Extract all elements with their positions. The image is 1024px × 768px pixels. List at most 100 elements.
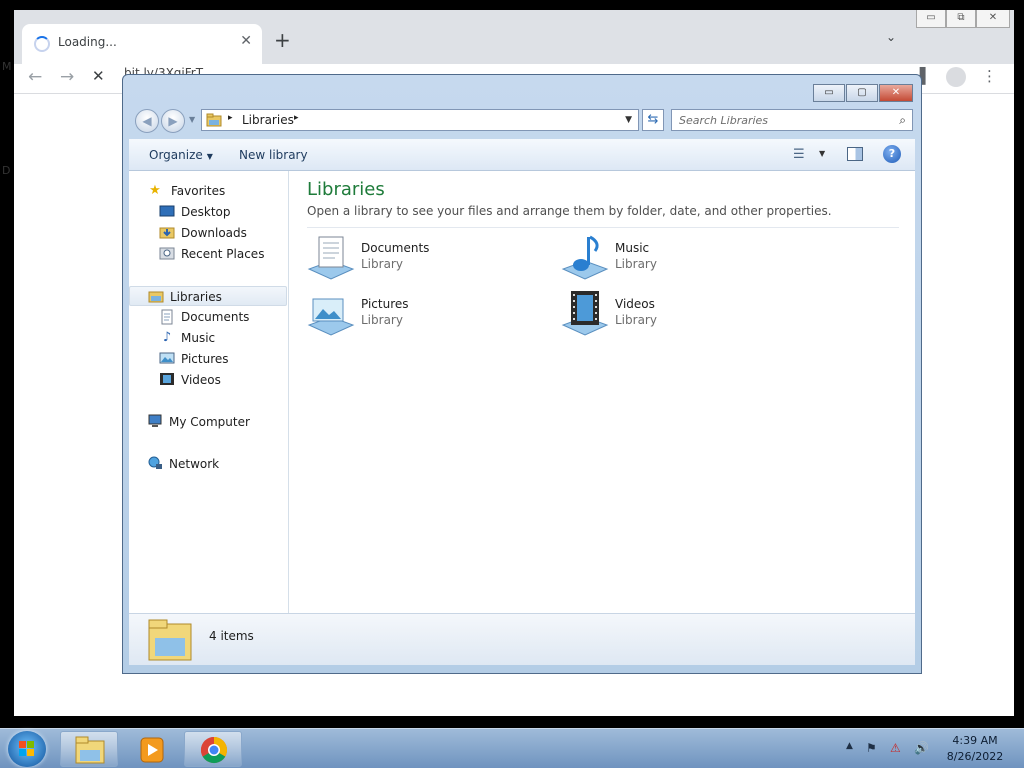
pictures-icon — [159, 351, 175, 367]
nav-item-desktop[interactable]: Desktop — [129, 202, 287, 222]
command-bar: Organize ▼ New library ☰ ▼ ? — [129, 139, 915, 171]
nav-label: Network — [169, 457, 220, 471]
forward-button[interactable]: ▶ — [161, 109, 185, 133]
minimize-button[interactable]: ▭ — [813, 84, 845, 102]
library-type: Library — [361, 257, 403, 271]
library-type: Library — [615, 313, 657, 327]
nav-label: Videos — [181, 373, 221, 387]
clock-date: 8/26/2022 — [946, 750, 1004, 763]
page-title: Libraries — [307, 179, 385, 200]
chrome-minimize-button[interactable]: ▭ — [916, 10, 946, 28]
library-pictures[interactable]: Pictures Library — [307, 289, 537, 339]
music-note-icon: ♪ — [162, 330, 172, 345]
recent-pages-dropdown[interactable]: ▼ — [189, 115, 195, 124]
search-icon[interactable]: ⌕ — [899, 113, 906, 128]
search-placeholder: Search Libraries — [679, 114, 769, 127]
breadcrumb-arrow-icon[interactable]: ▸ — [228, 113, 233, 123]
library-type: Library — [361, 313, 403, 327]
library-music[interactable]: Music Library — [561, 233, 791, 283]
tab-list-chevron-icon[interactable]: ⌄ — [886, 30, 896, 44]
back-button[interactable]: ◀ — [135, 109, 159, 133]
action-center-flag-icon[interactable]: ⚑ — [866, 741, 877, 755]
libraries-content: Libraries Open a library to see your fil… — [289, 171, 915, 613]
media-player-icon — [140, 737, 164, 763]
documents-library-icon — [307, 236, 355, 280]
taskbar-media-player-button[interactable] — [122, 731, 180, 767]
chrome-tab-loading[interactable]: Loading... ✕ — [22, 24, 262, 64]
nav-label: Desktop — [181, 205, 231, 219]
show-hidden-icons-button[interactable]: ▲ — [846, 741, 853, 751]
chrome-close-button[interactable]: ✕ — [976, 10, 1010, 28]
libraries-icon — [148, 289, 164, 305]
star-icon: ★ — [149, 183, 161, 198]
library-documents[interactable]: Documents Library — [307, 233, 537, 283]
library-type: Library — [615, 257, 657, 271]
computer-icon — [147, 414, 163, 430]
windows-logo-icon — [19, 741, 35, 757]
edge-fragment-mid: D — [2, 164, 11, 177]
library-videos[interactable]: Videos Library — [561, 289, 791, 339]
change-view-icon[interactable]: ☰ — [793, 147, 805, 162]
library-name: Videos — [615, 297, 655, 311]
new-library-button[interactable]: New library — [239, 148, 308, 162]
divider — [307, 227, 899, 228]
explorer-window: ▭ ▢ ✕ ◀ ▶ ▼ ▸ Libraries ▸ ▼ ⇆ Search Lib… — [122, 74, 922, 674]
organize-label: Organize — [149, 148, 203, 162]
nav-item-videos[interactable]: Videos — [129, 370, 287, 390]
recent-places-icon — [159, 246, 175, 262]
nav-item-pictures[interactable]: Pictures — [129, 349, 287, 369]
videos-icon — [159, 372, 175, 388]
start-button[interactable] — [8, 731, 46, 767]
breadcrumb-arrow-icon[interactable]: ▸ — [294, 113, 299, 123]
nav-item-favorites[interactable]: ★ Favorites — [129, 181, 287, 201]
nav-item-downloads[interactable]: Downloads — [129, 223, 287, 243]
organize-caret-icon: ▼ — [206, 152, 213, 161]
view-options-caret-icon[interactable]: ▼ — [819, 149, 825, 158]
network-disconnected-icon[interactable]: ⚠ — [890, 741, 901, 755]
breadcrumb-libraries[interactable]: Libraries — [242, 113, 294, 127]
taskbar-chrome-button[interactable] — [184, 731, 242, 767]
help-icon[interactable]: ? — [883, 145, 901, 163]
clock-time: 4:39 AM — [952, 734, 998, 747]
address-bar[interactable]: ▸ Libraries ▸ ▼ — [201, 109, 639, 131]
chrome-restore-button[interactable]: ⧉ — [946, 10, 976, 28]
page-description: Open a library to see your files and arr… — [307, 204, 832, 218]
refresh-button[interactable]: ⇆ — [642, 109, 664, 131]
organize-button[interactable]: Organize ▼ — [149, 148, 213, 162]
search-input[interactable]: Search Libraries ⌕ — [671, 109, 913, 131]
item-count: 4 items — [209, 629, 254, 643]
preview-pane-icon[interactable] — [847, 147, 863, 161]
nav-label: Music — [181, 331, 216, 345]
nav-item-documents[interactable]: Documents — [129, 307, 287, 327]
maximize-button[interactable]: ▢ — [846, 84, 878, 102]
desktop-icon — [159, 204, 175, 220]
taskbar-explorer-button[interactable] — [60, 731, 118, 767]
nav-item-music[interactable]: ♪ Music — [129, 328, 287, 348]
system-clock[interactable]: 4:39 AM 8/26/2022 — [940, 733, 1010, 765]
close-button[interactable]: ✕ — [879, 84, 913, 102]
nav-label: Favorites — [171, 184, 226, 198]
nav-label: Downloads — [181, 226, 247, 240]
nav-label: Recent Places — [181, 247, 265, 261]
speaker-icon[interactable]: 🔊 — [914, 741, 929, 755]
caption-buttons: ▭ ▢ ✕ — [813, 84, 913, 102]
nav-item-libraries[interactable]: Libraries — [129, 286, 287, 306]
libraries-folder-large-icon — [148, 619, 192, 661]
nav-item-recent-places[interactable]: Recent Places — [129, 244, 287, 264]
videos-library-icon — [561, 291, 609, 336]
network-icon — [147, 456, 163, 472]
library-name: Pictures — [361, 297, 409, 311]
profile-avatar-icon[interactable] — [946, 67, 966, 87]
documents-icon — [159, 309, 175, 325]
navigation-bar: ◀ ▶ ▼ ▸ Libraries ▸ ▼ ⇆ Search Libraries… — [131, 109, 913, 133]
stop-loading-icon[interactable]: ✕ — [92, 67, 105, 85]
back-arrow-icon[interactable]: ← — [28, 67, 42, 87]
nav-item-network[interactable]: Network — [129, 454, 287, 474]
nav-item-my-computer[interactable]: My Computer — [129, 412, 287, 432]
new-tab-button[interactable]: + — [274, 28, 291, 52]
tab-close-icon[interactable]: ✕ — [240, 33, 252, 49]
forward-arrow-icon[interactable]: → — [60, 67, 74, 87]
address-dropdown-icon[interactable]: ▼ — [625, 115, 632, 125]
chrome-menu-icon[interactable]: ⋮ — [982, 67, 997, 85]
taskbar: ▲ ⚑ ⚠ 🔊 4:39 AM 8/26/2022 — [0, 728, 1024, 768]
